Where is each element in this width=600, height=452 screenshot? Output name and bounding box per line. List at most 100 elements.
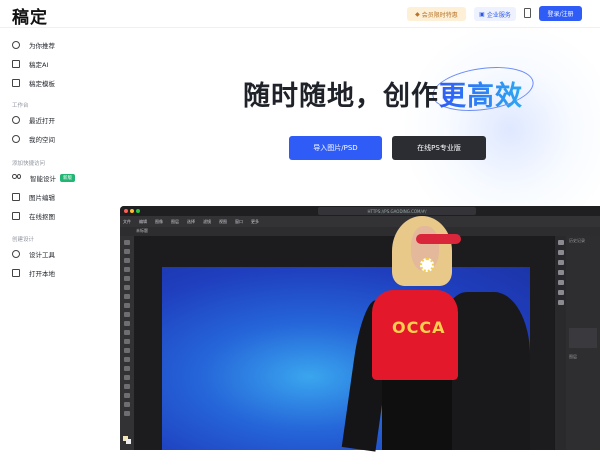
photo-skirt xyxy=(382,380,452,450)
editor-menubar: 文件 编辑 图像 图层 选择 滤镜 视图 窗口 更多 xyxy=(120,216,600,227)
window-close-dot xyxy=(124,209,128,213)
compass-icon xyxy=(12,41,20,49)
menu-file: 文件 xyxy=(123,218,131,224)
brush-panel-icon xyxy=(558,270,564,275)
properties-panel-icon xyxy=(558,250,564,255)
stamp-tool-icon xyxy=(124,312,130,317)
menu-window: 窗口 xyxy=(235,218,243,224)
adjust-panel-icon xyxy=(558,260,564,265)
character-panel-icon xyxy=(558,280,564,285)
eraser-tool-icon xyxy=(124,330,130,335)
menu-more: 更多 xyxy=(251,218,259,224)
text-tool-icon xyxy=(124,375,130,380)
folder-icon xyxy=(12,269,20,277)
sidebar-item-label: 智能设计 xyxy=(30,175,56,183)
pen-tool-icon xyxy=(124,366,130,371)
image-panel-icon xyxy=(558,300,564,305)
document-tab: 未标题 xyxy=(136,228,148,233)
lasso-tool-icon xyxy=(124,258,130,263)
menu-select: 选择 xyxy=(187,218,195,224)
sidebar-item-my-space[interactable]: 我的空间 xyxy=(12,132,55,146)
sidebar-item-recent[interactable]: 最近打开 xyxy=(12,113,55,127)
sidebar-item-label: 打开本地 xyxy=(29,270,55,278)
history-brush-tool-icon xyxy=(124,321,130,326)
gaoding-logo[interactable]: 稿定 xyxy=(12,3,48,28)
menu-filter: 滤镜 xyxy=(203,218,211,224)
sidebar-item-smart-design[interactable]: 智能设计 新版 xyxy=(12,171,75,185)
sidebar-item-label: 在线抠图 xyxy=(29,213,55,221)
menu-layer: 图层 xyxy=(171,218,179,224)
menu-image: 图像 xyxy=(155,218,163,224)
healing-tool-icon xyxy=(124,294,130,299)
editor-url-bar: HTTPS://PS.GAODING.COM/#/ xyxy=(318,207,476,215)
hero-title-plain: 随时随地，创作 xyxy=(243,81,439,112)
online-ps-pro-button[interactable]: 在线PS专业版 xyxy=(392,136,486,160)
paragraph-panel-icon xyxy=(558,290,564,295)
design-tool-icon xyxy=(12,250,20,258)
sidebar-item-label: 最近打开 xyxy=(29,117,55,125)
editor-side-panel: 历史记录 图层 xyxy=(566,236,600,450)
mobile-app-icon[interactable] xyxy=(524,8,531,18)
template-icon xyxy=(12,79,20,87)
shirt-print-text: OCCA xyxy=(392,318,446,337)
shape-tool-icon xyxy=(124,393,130,398)
enterprise-service-button[interactable]: ▣ 企业服务 xyxy=(474,7,516,21)
editor-titlebar: HTTPS://PS.GAODING.COM/#/ xyxy=(120,206,600,216)
sidebar-item-cutout[interactable]: 在线抠图 xyxy=(12,209,55,223)
sidebar-item-label: 设计工具 xyxy=(29,251,55,259)
user-space-icon xyxy=(12,135,20,143)
enterprise-icon: ▣ xyxy=(479,10,485,18)
image-edit-icon xyxy=(12,193,20,201)
new-badge: 新版 xyxy=(60,174,75,182)
enterprise-label: 企业服务 xyxy=(486,11,511,19)
brush-tool-icon xyxy=(124,303,130,308)
info-panel-icon xyxy=(558,240,564,245)
login-register-button[interactable]: 登录/注册 xyxy=(539,6,582,21)
magic-wand-tool-icon xyxy=(124,267,130,272)
zoom-tool-icon xyxy=(124,411,130,416)
sidebar-item-label: 为你推荐 xyxy=(29,42,55,50)
photo-red-sunglasses xyxy=(416,234,461,244)
cutout-icon xyxy=(12,212,20,220)
diamond-icon: ◆ xyxy=(415,10,420,18)
sidebar-item-templates[interactable]: 稿定模板 xyxy=(12,76,55,90)
window-maximize-dot xyxy=(136,209,140,213)
background-color-swatch xyxy=(126,439,131,444)
blur-tool-icon xyxy=(124,348,130,353)
hand-tool-icon xyxy=(124,402,130,407)
sidebar-item-image-edit[interactable]: 图片编辑 xyxy=(12,190,55,204)
import-image-psd-button[interactable]: 导入图片/PSD xyxy=(289,136,382,160)
vip-promo-label: 会员限时特惠 xyxy=(421,11,458,19)
sidebar-item-gaoding-ai[interactable]: 稿定AI xyxy=(12,57,48,71)
sidebar-item-recommend[interactable]: 为你推荐 xyxy=(12,38,55,52)
sidebar-item-label: 图片编辑 xyxy=(29,194,55,202)
history-panel-thumb xyxy=(569,328,597,348)
sidebar-item-open-local[interactable]: 打开本地 xyxy=(12,266,55,280)
editor-toolbar xyxy=(120,236,134,450)
menu-view: 视图 xyxy=(219,218,227,224)
sidebar-item-label: 稿定模板 xyxy=(29,80,55,88)
sidebar-item-label: 稿定AI xyxy=(29,61,49,69)
path-select-tool-icon xyxy=(124,384,130,389)
hero-title: 随时随地，创作更高效 xyxy=(243,74,523,113)
sidebar-item-label: 我的空间 xyxy=(29,136,55,144)
ai-scan-icon xyxy=(12,60,20,68)
menu-edit: 编辑 xyxy=(139,218,147,224)
history-panel-title: 历史记录 xyxy=(569,238,585,243)
photo-daisy-flower xyxy=(420,258,434,272)
section-title-workspace: 工作台 xyxy=(12,103,29,109)
marquee-tool-icon xyxy=(124,249,130,254)
infinity-icon xyxy=(12,174,21,182)
dodge-tool-icon xyxy=(124,357,130,362)
vip-promo-button[interactable]: ◆ 会员限时特惠 xyxy=(407,7,466,21)
layers-panel-title: 图层 xyxy=(569,354,577,359)
gradient-tool-icon xyxy=(124,339,130,344)
move-tool-icon xyxy=(124,240,130,245)
sidebar: 为你推荐 稿定AI 稿定模板 工作台 最近打开 我的空间 添加快捷访问 智能设计… xyxy=(0,28,110,450)
hero-title-highlight: 更高效 xyxy=(439,81,523,112)
sidebar-item-design-tool[interactable]: 设计工具 xyxy=(12,247,55,261)
window-minimize-dot xyxy=(130,209,134,213)
clock-icon xyxy=(12,116,20,124)
eyedropper-tool-icon xyxy=(124,285,130,290)
section-title-quick-access: 添加快捷访问 xyxy=(12,161,46,167)
